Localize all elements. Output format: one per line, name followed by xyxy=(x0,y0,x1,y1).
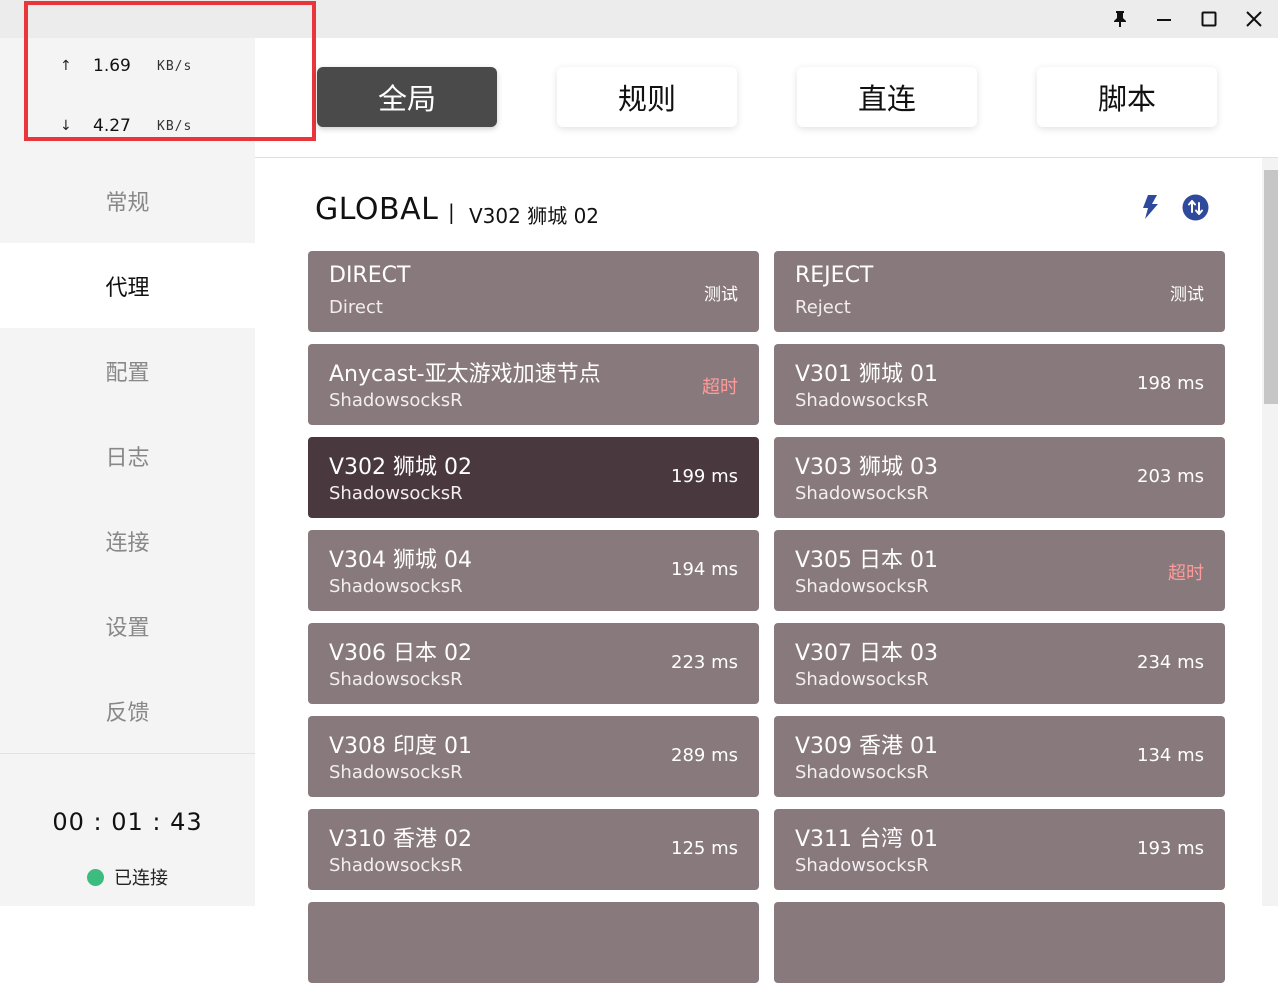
proxy-card[interactable]: V302 狮城 02 ShadowsocksR 199 ms xyxy=(308,437,759,518)
mode-tab-2[interactable]: 直连 xyxy=(797,67,977,127)
pin-icon[interactable] xyxy=(1098,0,1142,38)
proxy-card[interactable] xyxy=(308,902,759,983)
proxy-name: V303 狮城 03 xyxy=(795,455,939,480)
group-selected-proxy: V302 狮城 02 xyxy=(469,204,600,228)
proxy-delay: 193 ms xyxy=(1137,838,1204,859)
proxy-name: DIRECT xyxy=(329,263,411,288)
mode-tab-0[interactable]: 全局 xyxy=(317,67,497,127)
proxy-name: V301 狮城 01 xyxy=(795,362,939,387)
proxy-card[interactable]: V301 狮城 01 ShadowsocksR 198 ms xyxy=(774,344,1225,425)
proxy-name: V310 香港 02 xyxy=(329,827,473,852)
proxy-type: ShadowsocksR xyxy=(329,483,463,504)
sidebar-item-6[interactable]: 反馈 xyxy=(0,668,255,753)
mode-tab-1[interactable]: 规则 xyxy=(557,67,737,127)
proxy-card[interactable]: V305 日本 01 ShadowsocksR 超时 xyxy=(774,530,1225,611)
group-name: GLOBAL xyxy=(315,192,439,227)
sidebar-item-3[interactable]: 日志 xyxy=(0,413,255,498)
sidebar-item-label: 常规 xyxy=(105,190,150,216)
proxy-name: REJECT xyxy=(795,263,874,288)
sidebar-item-label: 反馈 xyxy=(105,700,150,726)
proxy-card[interactable]: Anycast-亚太游戏加速节点 ShadowsocksR 超时 xyxy=(308,344,759,425)
maximize-icon[interactable] xyxy=(1187,0,1231,38)
header-divider xyxy=(255,157,1278,158)
proxy-type: ShadowsocksR xyxy=(795,390,929,411)
proxy-delay: 234 ms xyxy=(1137,652,1204,673)
minimize-icon[interactable] xyxy=(1142,0,1186,38)
proxy-card[interactable]: V307 日本 03 ShadowsocksR 234 ms xyxy=(774,623,1225,704)
sidebar: ↑ 1.69 KB/s ↓ 4.27 KB/s 常规 代理 配置 日志 连接 设置 反馈 0… xyxy=(0,38,255,906)
uptime-timer: 00 : 01 : 43 xyxy=(52,808,203,836)
proxy-card[interactable]: DIRECT Direct 测试 xyxy=(308,251,759,332)
proxy-type: ShadowsocksR xyxy=(795,576,929,597)
proxy-type: ShadowsocksR xyxy=(329,855,463,876)
proxy-delay: 198 ms xyxy=(1137,373,1204,394)
proxy-delay: 超时 xyxy=(702,377,738,398)
proxy-card[interactable]: V311 台湾 01 ShadowsocksR 193 ms xyxy=(774,809,1225,890)
proxy-type: Reject xyxy=(795,297,851,318)
proxy-name: V307 日本 03 xyxy=(795,641,939,666)
switch-icon[interactable] xyxy=(1181,193,1209,221)
proxy-delay: 194 ms xyxy=(671,559,738,580)
sidebar-item-1[interactable]: 代理 xyxy=(0,243,255,328)
sidebar-item-label: 代理 xyxy=(105,275,150,301)
proxy-test-button[interactable]: 测试 xyxy=(1170,280,1204,305)
proxy-card[interactable]: V309 香港 01 ShadowsocksR 134 ms xyxy=(774,716,1225,797)
proxy-type: ShadowsocksR xyxy=(329,576,463,597)
proxy-delay: 223 ms xyxy=(671,652,738,673)
proxy-type: ShadowsocksR xyxy=(329,669,463,690)
proxy-card[interactable]: V306 日本 02 ShadowsocksR 223 ms xyxy=(308,623,759,704)
proxy-type: ShadowsocksR xyxy=(795,855,929,876)
proxy-type: ShadowsocksR xyxy=(795,483,929,504)
proxy-delay: 134 ms xyxy=(1137,745,1204,766)
sidebar-item-0[interactable]: 常规 xyxy=(0,158,255,243)
proxy-card[interactable]: V308 印度 01 ShadowsocksR 289 ms xyxy=(308,716,759,797)
proxy-type: Direct xyxy=(329,297,383,318)
proxy-name: V309 香港 01 xyxy=(795,734,939,759)
proxy-name: Anycast-亚太游戏加速节点 xyxy=(329,362,601,387)
proxy-delay: 203 ms xyxy=(1137,466,1204,487)
sidebar-item-label: 设置 xyxy=(105,615,150,641)
proxy-delay: 289 ms xyxy=(671,745,738,766)
proxy-delay: 199 ms xyxy=(671,466,738,487)
mode-tab-3[interactable]: 脚本 xyxy=(1037,67,1217,127)
sidebar-item-5[interactable]: 设置 xyxy=(0,583,255,668)
sidebar-item-label: 配置 xyxy=(105,360,150,386)
proxy-name: V305 日本 01 xyxy=(795,548,939,573)
proxy-name: V302 狮城 02 xyxy=(329,455,473,480)
sidebar-divider xyxy=(0,753,255,754)
highlight-box xyxy=(24,1,316,141)
proxy-name: V308 印度 01 xyxy=(329,734,473,759)
sidebar-item-label: 连接 xyxy=(105,530,150,556)
proxy-card[interactable] xyxy=(774,902,1225,983)
proxy-card[interactable]: V303 狮城 03 ShadowsocksR 203 ms xyxy=(774,437,1225,518)
status-dot-icon xyxy=(87,868,104,886)
connection-status: 已连接 xyxy=(0,864,255,890)
proxy-card[interactable]: REJECT Reject 测试 xyxy=(774,251,1225,332)
proxy-name: V304 狮城 04 xyxy=(329,548,473,573)
proxy-test-button[interactable]: 测试 xyxy=(704,280,738,305)
scrollbar-thumb[interactable] xyxy=(1264,170,1278,404)
sidebar-item-2[interactable]: 配置 xyxy=(0,328,255,413)
group-separator: | xyxy=(448,200,455,224)
proxy-delay: 125 ms xyxy=(671,838,738,859)
proxy-name: V311 台湾 01 xyxy=(795,827,939,852)
proxy-name: V306 日本 02 xyxy=(329,641,473,666)
proxy-card[interactable]: V310 香港 02 ShadowsocksR 125 ms xyxy=(308,809,759,890)
proxy-type: ShadowsocksR xyxy=(795,669,929,690)
lightning-icon[interactable] xyxy=(1136,193,1164,221)
proxy-type: ShadowsocksR xyxy=(329,762,463,783)
close-icon[interactable] xyxy=(1232,0,1276,38)
sidebar-item-label: 日志 xyxy=(105,445,150,471)
proxy-type: ShadowsocksR xyxy=(329,390,463,411)
proxy-delay: 超时 xyxy=(1168,563,1204,584)
status-label: 已连接 xyxy=(114,868,168,889)
proxy-card[interactable]: V304 狮城 04 ShadowsocksR 194 ms xyxy=(308,530,759,611)
sidebar-item-4[interactable]: 连接 xyxy=(0,498,255,583)
proxy-type: ShadowsocksR xyxy=(795,762,929,783)
